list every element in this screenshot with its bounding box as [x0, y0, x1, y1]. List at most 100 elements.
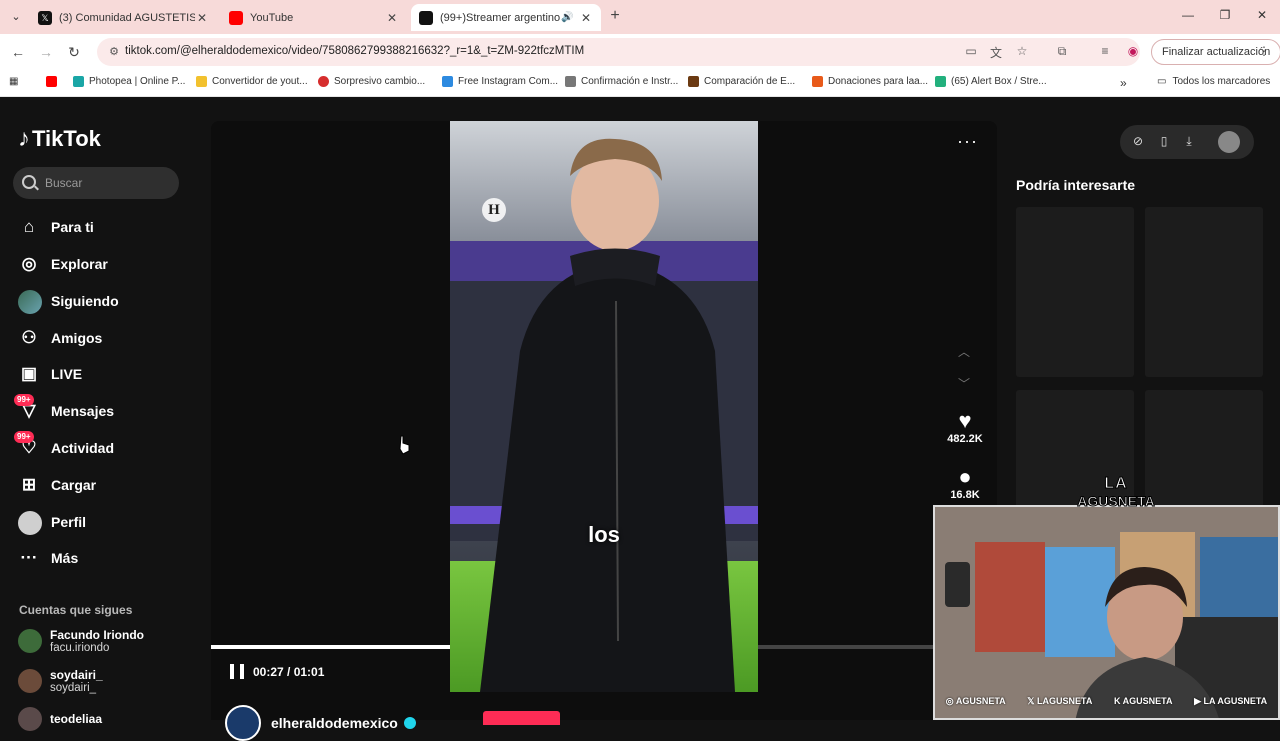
profile-icon[interactable]: ◉ [1125, 44, 1141, 60]
bookmark-star-icon[interactable]: ☆ [1014, 44, 1030, 60]
tab-comunidad[interactable]: 𝕏 (3) Comunidad AGUSTETISMO ✕ [30, 4, 217, 31]
following-section-title: Cuentas que sigues [19, 603, 133, 617]
search-input[interactable]: Buscar [13, 167, 179, 199]
bookmark-item[interactable]: Photopea | Online P... [73, 76, 185, 87]
forward-icon[interactable]: → [37, 43, 55, 61]
restore-icon[interactable]: ❐ [1215, 8, 1235, 22]
comment-icon: ● [958, 465, 972, 489]
social-handles: ◎ AGUSNETA 𝕏 LAGUSNETA K AGUSNETA ▶ LA A… [935, 690, 1278, 712]
media-control-icon[interactable]: ≡ [1097, 44, 1113, 60]
suggested-video-thumbnail[interactable] [1016, 207, 1134, 377]
reload-icon[interactable]: ↻ [65, 43, 83, 61]
translate-icon[interactable]: 文 [988, 44, 1004, 60]
browser-toolbar: ← → ↻ ⚙ tiktok.com/@elheraldodemexico/vi… [0, 34, 1280, 70]
upload-icon: ⊞ [21, 475, 37, 494]
nav-siguiendo[interactable]: Siguiendo [18, 287, 119, 315]
all-bookmarks-folder[interactable]: ▭ Todos los marcadores [1157, 76, 1270, 87]
user-avatar[interactable] [1218, 131, 1240, 153]
streamer-logo: LA AGUSNETA [1077, 475, 1156, 510]
nav-amigos[interactable]: ⚇ Amigos [18, 324, 102, 352]
tiktok-logo[interactable]: ♪ TikTok [18, 125, 101, 153]
avatar [18, 669, 42, 693]
nav-live[interactable]: ▣ LIVE [18, 360, 82, 388]
home-icon: ⌂ [23, 217, 35, 236]
video-author[interactable]: elheraldodemexico [225, 705, 416, 741]
nav-mensajes[interactable]: ▽ 99+ Mensajes [14, 394, 114, 425]
more-bookmarks-icon[interactable]: » [1120, 76, 1127, 90]
nav-actividad[interactable]: ♡ 99+ Actividad [14, 431, 114, 462]
instagram-handle: ◎ AGUSNETA [945, 695, 1006, 706]
extensions-icon[interactable]: ⧉ [1054, 44, 1070, 60]
tab-search-icon[interactable]: ⌄ [7, 8, 25, 26]
bookmark-item[interactable]: Confirmación e Instr... [565, 76, 678, 87]
avatar [18, 629, 42, 653]
close-window-icon[interactable]: ✕ [1252, 8, 1272, 22]
notification-badge: 99+ [14, 394, 34, 406]
download-icon[interactable]: ⤓ [1181, 134, 1197, 150]
previous-video-icon[interactable]: ︿ [958, 343, 970, 360]
top-right-actions: ⊘ ▯ ⤓ [1120, 125, 1254, 159]
nav-perfil[interactable]: Perfil [18, 508, 86, 536]
tab-bar: ⌄ 𝕏 (3) Comunidad AGUSTETISMO ✕ YouTube … [0, 0, 1280, 34]
avatar [18, 707, 42, 731]
site-settings-icon[interactable]: ⚙ [107, 45, 121, 59]
phone-icon[interactable]: ▯ [1156, 134, 1172, 150]
tiktok-icon [419, 10, 433, 25]
bookmark-item[interactable]: Sorpresivo cambio... [318, 76, 425, 87]
bookmark-favicon [73, 76, 84, 87]
bookmark-youtube-icon[interactable] [46, 76, 62, 87]
video-caption: los [588, 522, 620, 547]
comment-button[interactable]: ● 16.8K [945, 465, 985, 507]
notification-badge: 99+ [14, 431, 34, 443]
more-icon: ··· [20, 548, 38, 567]
menu-dots-icon[interactable]: ⋮ [1256, 44, 1272, 60]
compass-icon[interactable]: ⊘ [1130, 134, 1146, 150]
nav-para-ti[interactable]: ⌂ Para ti [18, 213, 94, 241]
bookmark-item[interactable]: Convertidor de yout... [196, 76, 308, 87]
next-video-icon[interactable]: ﹀ [958, 375, 970, 392]
suggestions-title: Podría interesarte [1016, 177, 1136, 193]
nav-mas[interactable]: ··· Más [18, 544, 79, 572]
more-options-icon[interactable]: ··· [957, 131, 978, 152]
follow-button[interactable] [483, 711, 560, 725]
install-app-icon[interactable]: ▭ [963, 44, 979, 60]
minimize-icon[interactable]: — [1178, 8, 1198, 22]
suggested-video-thumbnail[interactable] [1145, 207, 1263, 377]
watermark-logo: H [482, 198, 506, 222]
tiktok-note-icon: ♪ [18, 125, 30, 152]
following-account[interactable]: soydairi_ soydairi_ [18, 668, 103, 694]
close-icon[interactable]: ✕ [195, 11, 209, 25]
speaker-icon[interactable]: 🔊 [561, 12, 575, 23]
bookmark-item[interactable]: Donaciones para laa... [812, 76, 928, 87]
url-text[interactable]: tiktok.com/@elheraldodemexico/video/7580… [125, 45, 584, 57]
like-button[interactable]: ♥ 482.2K [945, 408, 985, 446]
apps-grid-icon[interactable]: ▦ [9, 76, 18, 87]
tab-youtube[interactable]: YouTube ✕ [221, 4, 407, 31]
x-logo-icon: 𝕏 [38, 10, 52, 25]
search-icon [22, 175, 36, 189]
friends-icon: ⚇ [21, 328, 37, 347]
back-icon[interactable]: ← [9, 43, 27, 61]
address-bar[interactable]: ⚙ tiktok.com/@elheraldodemexico/video/75… [97, 38, 1140, 66]
live-icon: ▣ [20, 364, 38, 383]
youtube-handle: ▶ LA AGUSNETA [1194, 695, 1268, 706]
x-handle: 𝕏 LAGUSNETA [1027, 695, 1093, 706]
new-tab-button[interactable]: + [607, 7, 623, 25]
close-icon[interactable]: ✕ [579, 11, 593, 25]
activity-icon: ♡ 99+ [14, 431, 40, 459]
nav-cargar[interactable]: ⊞ Cargar [18, 471, 96, 499]
close-icon[interactable]: ✕ [385, 11, 399, 25]
following-account[interactable]: teodeliaa [18, 707, 102, 731]
bookmark-item[interactable]: (65) Alert Box / Stre... [935, 76, 1047, 87]
video-time: 00:27 / 01:01 [253, 664, 325, 679]
nav-explorar[interactable]: ◎ Explorar [18, 250, 108, 278]
following-account[interactable]: Facundo Iriondo facu.iriondo [18, 628, 144, 654]
playback-controls: 00:27 / 01:01 [230, 664, 324, 679]
kick-handle: K AGUSNETA [1113, 696, 1173, 706]
tab-tiktok[interactable]: (99+)Streamer argentino la 🔊 ✕ [411, 4, 601, 31]
bookmark-item[interactable]: Comparación de E... [688, 76, 795, 87]
pause-icon[interactable] [230, 664, 244, 679]
youtube-icon [229, 10, 243, 25]
heart-icon: ♥ [958, 408, 972, 433]
bookmark-item[interactable]: Free Instagram Com... [442, 76, 558, 87]
